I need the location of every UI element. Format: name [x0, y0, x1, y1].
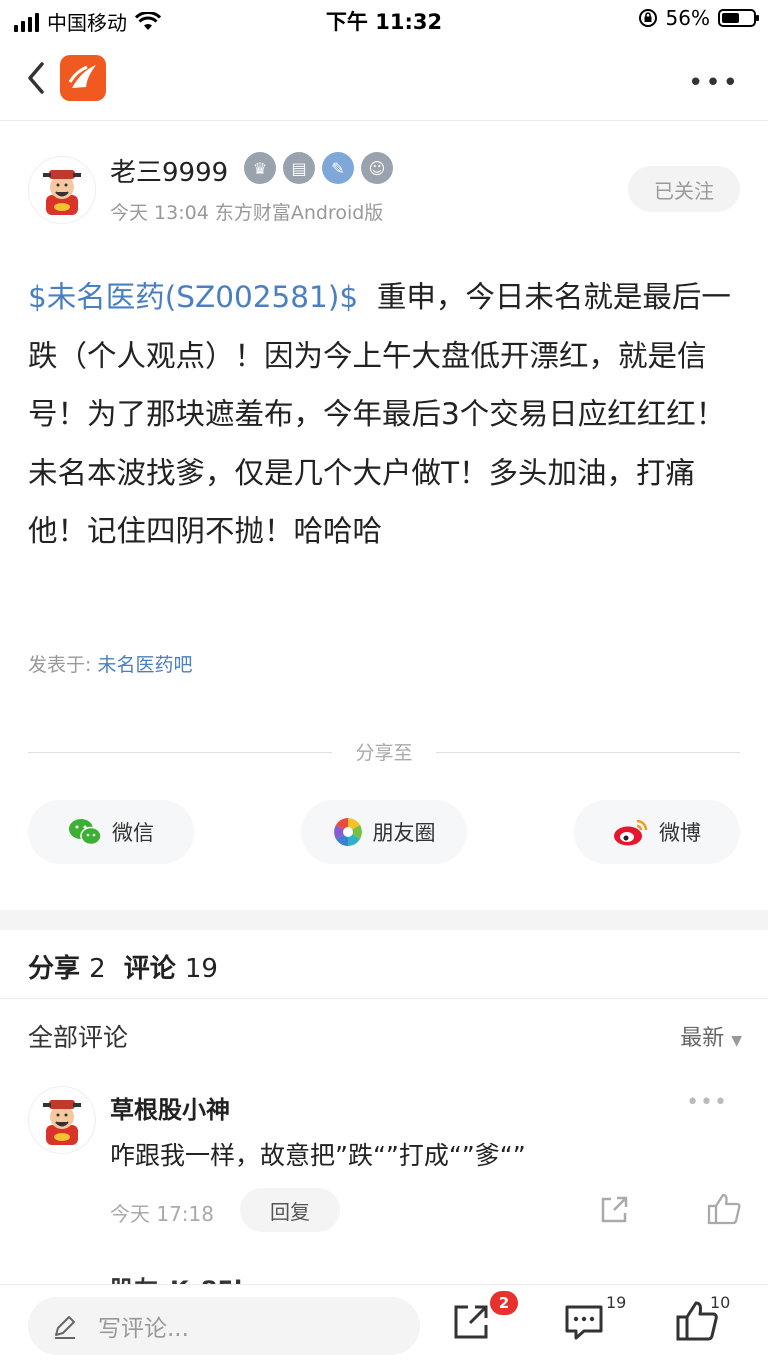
share-badge: 2 [490, 1291, 518, 1315]
author-badges: ♛ ▤ ✎ ☺ [244, 152, 393, 184]
comment-more-icon[interactable]: ••• [686, 1090, 728, 1115]
comment-icon[interactable] [560, 1297, 608, 1345]
share-weibo-button[interactable]: 微博 [574, 800, 740, 864]
rotation-lock-icon [638, 9, 657, 27]
chevron-down-icon: ▼ [731, 1033, 742, 1049]
status-bar: 中国移动 下午 11:32 56% [0, 0, 768, 40]
posted-in: 发表于: 未名医药吧 [28, 650, 192, 677]
sort-dropdown[interactable]: 最新 ▼ [680, 1020, 742, 1052]
stock-tag-link[interactable]: $未名医药(SZ002581)$ [28, 280, 358, 314]
battery-icon [718, 9, 759, 27]
post-body: $未名医药(SZ002581)$ 重申，今日未名就是最后一跌（个人观点）！因为今… [28, 268, 743, 561]
share-wechat-button[interactable]: 微信 [28, 800, 194, 864]
wechat-icon [69, 819, 102, 846]
comment-stat-label[interactable]: 评论 [124, 954, 176, 984]
share-moments-button[interactable]: 朋友圈 [301, 800, 467, 864]
all-comments-title: 全部评论 [28, 1023, 129, 1052]
wechat-label: 微信 [112, 821, 154, 845]
commenter-name[interactable]: 草根股小神 [110, 1090, 230, 1125]
section-gap [0, 910, 768, 930]
weibo-label: 微博 [659, 821, 701, 845]
comment-input[interactable]: 写评论... [28, 1297, 420, 1355]
app-logo-icon [68, 65, 96, 88]
reply-button[interactable]: 回复 [240, 1188, 340, 1232]
stock-bar-link[interactable]: 未名医药吧 [97, 654, 192, 676]
post-stats: 分享 2 评论 19 [28, 948, 218, 985]
pencil-icon [55, 1316, 75, 1339]
next-commenter-name: 股友_K_85k [110, 1270, 250, 1284]
share-icon[interactable] [448, 1297, 496, 1345]
commenter-avatar[interactable] [28, 1086, 96, 1154]
share-to-label: 分享至 [355, 742, 413, 764]
share-stat-label[interactable]: 分享 [28, 954, 80, 984]
comment-input-placeholder: 写评论... [98, 1316, 189, 1342]
back-icon[interactable] [22, 58, 52, 98]
more-options-icon[interactable]: ••• [688, 68, 740, 98]
comment-stat-count: 19 [184, 954, 218, 984]
post-badge-icon[interactable]: ▤ [283, 152, 315, 184]
fortune-god-avatar-icon [43, 170, 81, 215]
author-name[interactable]: 老三9999 [110, 152, 228, 189]
author-avatar[interactable] [28, 156, 96, 224]
post-text: 重申，今日未名就是最后一跌（个人观点）！因为今上午大盘低开漂红，就是信号！为了那… [28, 280, 731, 549]
sort-label: 最新 [680, 1026, 725, 1051]
share-comment-icon[interactable] [598, 1194, 630, 1226]
fortune-god-avatar-icon [43, 1100, 81, 1145]
moments-icon [333, 818, 362, 846]
app-logo[interactable] [60, 55, 106, 101]
bottom-bar: 写评论... 2 19 10 [0, 1284, 768, 1368]
comment-count: 19 [606, 1293, 627, 1312]
posted-in-label: 发表于: [28, 654, 98, 676]
group-badge-icon[interactable]: ☺ [361, 152, 393, 184]
nav-bar: ••• [0, 40, 768, 121]
follow-button[interactable]: 已关注 [628, 166, 740, 212]
weibo-icon [614, 819, 648, 846]
comment-time: 今天 17:18 [110, 1202, 214, 1226]
like-count: 10 [710, 1293, 731, 1312]
like-comment-icon[interactable] [706, 1192, 742, 1226]
battery-percent: 56% [665, 6, 710, 30]
crown-badge-icon[interactable]: ♛ [244, 152, 276, 184]
post-meta: 今天 13:04 东方财富Android版 [110, 202, 384, 224]
share-stat-count: 2 [89, 954, 106, 984]
pen-badge-icon[interactable]: ✎ [322, 152, 354, 184]
status-right: 56% [638, 6, 759, 30]
moments-label: 朋友圈 [372, 821, 436, 845]
comment-text: 咋跟我一样，故意把”跌“”打成“”爹“” [110, 1141, 526, 1170]
divider [0, 998, 768, 999]
